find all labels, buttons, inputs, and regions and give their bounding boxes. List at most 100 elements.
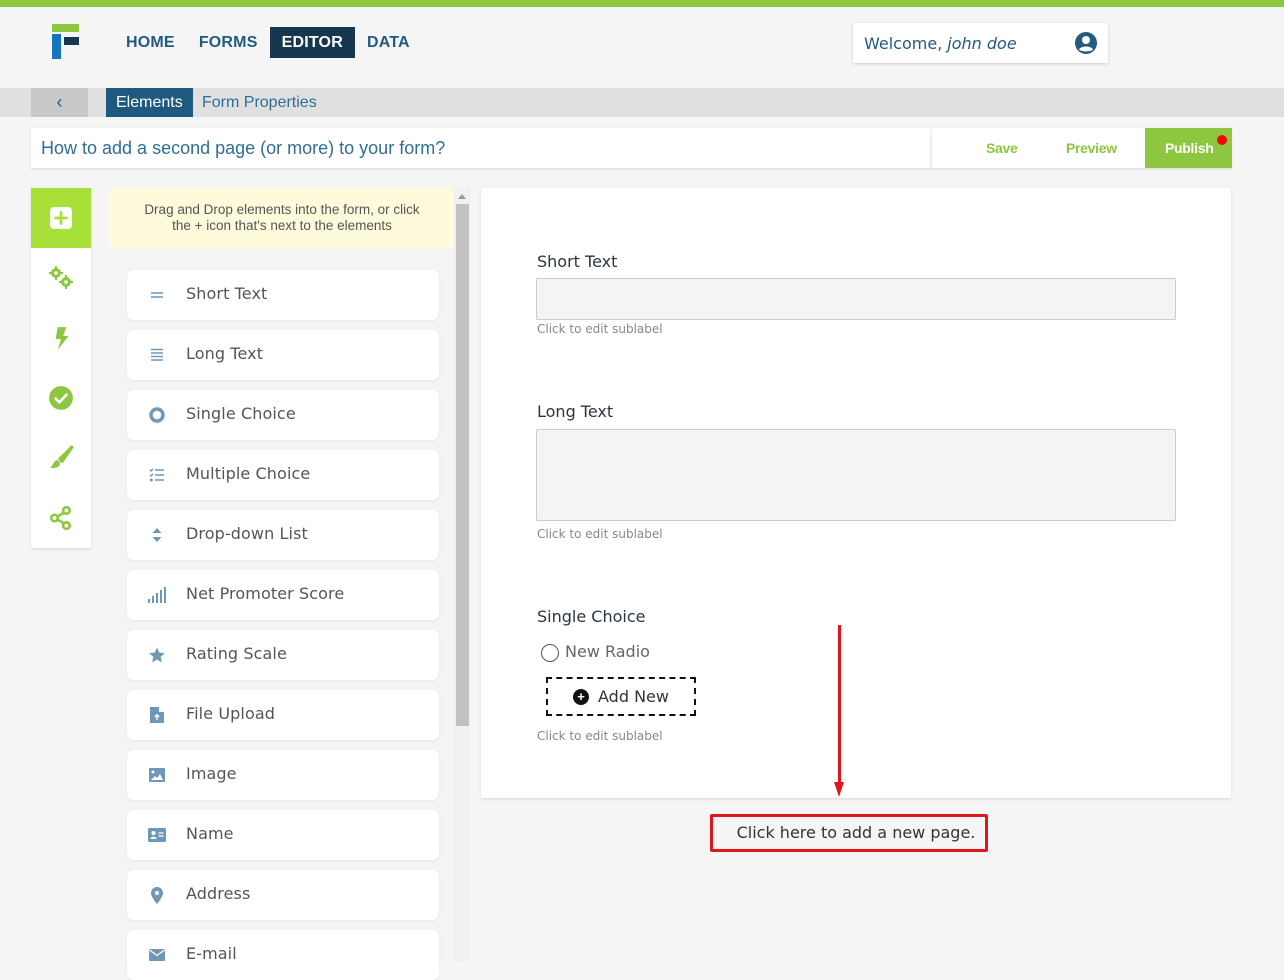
- id-card-icon: [147, 825, 167, 845]
- element-rating-scale[interactable]: Rating Scale: [127, 630, 439, 680]
- radio-option-label[interactable]: New Radio: [565, 642, 650, 661]
- elements-hint: Drag and Drop elements into the form, or…: [110, 188, 454, 248]
- radio-icon: [147, 405, 167, 425]
- sidebar-item-design[interactable]: [31, 428, 91, 488]
- element-label: Multiple Choice: [186, 464, 311, 483]
- element-label: File Upload: [186, 704, 276, 723]
- user-name: john doe: [947, 33, 1017, 53]
- publish-label: Publish: [1165, 140, 1214, 156]
- signal-bars-icon: [147, 585, 167, 605]
- tab-form-properties[interactable]: Form Properties: [192, 88, 327, 117]
- element-dropdown-list[interactable]: Drop-down List: [127, 510, 439, 560]
- sublabel-short-text[interactable]: Click to edit sublabel: [537, 322, 663, 336]
- user-menu[interactable]: Welcome, john doe: [853, 23, 1108, 63]
- save-button[interactable]: Save: [986, 128, 1018, 168]
- long-text-textarea[interactable]: [536, 429, 1176, 521]
- sidebar-item-actions[interactable]: [31, 308, 91, 368]
- annotation-arrow-head: [834, 782, 844, 797]
- scroll-thumb[interactable]: [456, 204, 469, 726]
- main-nav: HOME FORMS EDITOR DATA: [114, 27, 422, 58]
- sidebar-item-share[interactable]: [31, 488, 91, 548]
- elements-scrollbar[interactable]: [454, 188, 470, 962]
- image-icon: [147, 765, 167, 785]
- preview-button[interactable]: Preview: [1066, 128, 1117, 168]
- logo-part: [52, 24, 79, 32]
- sublabel-single-choice[interactable]: Click to edit sublabel: [537, 729, 663, 743]
- back-button[interactable]: ‹: [31, 88, 88, 117]
- nav-editor[interactable]: EDITOR: [269, 27, 355, 58]
- welcome-text: Welcome,: [864, 33, 943, 53]
- short-text-icon: [147, 285, 167, 305]
- map-marker-icon: [147, 885, 167, 905]
- sidebar-item-add-elements[interactable]: [31, 188, 91, 248]
- sub-navigation: ‹ Elements Form Properties: [0, 88, 1284, 117]
- publish-button[interactable]: Publish: [1145, 128, 1232, 168]
- hint-line: Drag and Drop elements into the form, or…: [144, 202, 420, 217]
- field-label-single-choice[interactable]: Single Choice: [537, 607, 645, 626]
- element-image[interactable]: Image: [127, 750, 439, 800]
- bolt-icon: [55, 327, 69, 350]
- element-label: Image: [186, 764, 237, 783]
- radio-option[interactable]: New Radio: [541, 640, 650, 662]
- gears-icon: [49, 266, 73, 289]
- element-label: Address: [186, 884, 251, 903]
- hint-line: the + icon that's next to the elements: [172, 218, 392, 233]
- plus-square-icon: [50, 207, 72, 229]
- paintbrush-icon: [50, 445, 74, 469]
- element-net-promoter-score[interactable]: Net Promoter Score: [127, 570, 439, 620]
- element-label: Drop-down List: [186, 524, 308, 543]
- chevron-left-icon: ‹: [56, 92, 63, 112]
- add-new-label: Add New: [598, 687, 669, 706]
- element-file-upload[interactable]: File Upload: [127, 690, 439, 740]
- scroll-up-arrow-icon[interactable]: [458, 194, 466, 199]
- short-text-input[interactable]: [536, 278, 1176, 320]
- logo-part: [52, 34, 61, 59]
- element-label: Net Promoter Score: [186, 584, 345, 603]
- element-long-text[interactable]: Long Text: [127, 330, 439, 380]
- nav-home[interactable]: HOME: [114, 27, 187, 58]
- element-label: Single Choice: [186, 404, 296, 423]
- plus-circle-icon: +: [573, 688, 590, 705]
- element-single-choice[interactable]: Single Choice: [127, 390, 439, 440]
- user-circle-icon: [1075, 32, 1097, 54]
- element-label: Name: [186, 824, 234, 843]
- add-new-page-button[interactable]: Click here to add a new page.: [710, 814, 988, 852]
- sublabel-long-text[interactable]: Click to edit sublabel: [537, 527, 663, 541]
- field-label-long-text[interactable]: Long Text: [537, 402, 613, 421]
- notification-dot: [1217, 135, 1227, 145]
- element-multiple-choice[interactable]: Multiple Choice: [127, 450, 439, 500]
- field-label-short-text[interactable]: Short Text: [537, 252, 617, 271]
- form-canvas: Short Text Click to edit sublabel Long T…: [481, 188, 1231, 798]
- element-name[interactable]: Name: [127, 810, 439, 860]
- sidebar-item-settings[interactable]: [31, 248, 91, 308]
- element-label: Long Text: [186, 344, 264, 363]
- element-label: Rating Scale: [186, 644, 287, 663]
- element-short-text[interactable]: Short Text: [127, 270, 439, 320]
- nav-data[interactable]: DATA: [355, 27, 422, 58]
- long-text-icon: [147, 345, 167, 365]
- share-icon: [49, 505, 71, 531]
- nav-forms[interactable]: FORMS: [187, 27, 270, 58]
- element-label: Short Text: [186, 284, 268, 303]
- element-label: E-mail: [186, 944, 237, 963]
- annotation-arrow: [838, 625, 841, 785]
- element-email[interactable]: E-mail: [127, 930, 439, 980]
- form-title[interactable]: How to add a second page (or more) to yo…: [41, 128, 445, 168]
- file-upload-icon: [147, 705, 167, 725]
- tab-elements[interactable]: Elements: [106, 88, 193, 117]
- star-icon: [147, 645, 167, 665]
- check-circle-icon: [49, 386, 73, 410]
- element-address[interactable]: Address: [127, 870, 439, 920]
- checklist-icon: [147, 465, 167, 485]
- sort-icon: [147, 525, 167, 545]
- app-logo[interactable]: [52, 24, 82, 60]
- add-new-option-button[interactable]: + Add New: [546, 677, 696, 716]
- top-accent-bar: [0, 0, 1284, 7]
- sidebar-item-validation[interactable]: [31, 368, 91, 428]
- editor-sidebar: [31, 188, 91, 548]
- radio-button[interactable]: [541, 644, 559, 662]
- elements-panel: Drag and Drop elements into the form, or…: [110, 188, 454, 980]
- form-title-bar: How to add a second page (or more) to yo…: [31, 128, 931, 168]
- envelope-icon: [147, 945, 167, 965]
- logo-part: [64, 37, 79, 45]
